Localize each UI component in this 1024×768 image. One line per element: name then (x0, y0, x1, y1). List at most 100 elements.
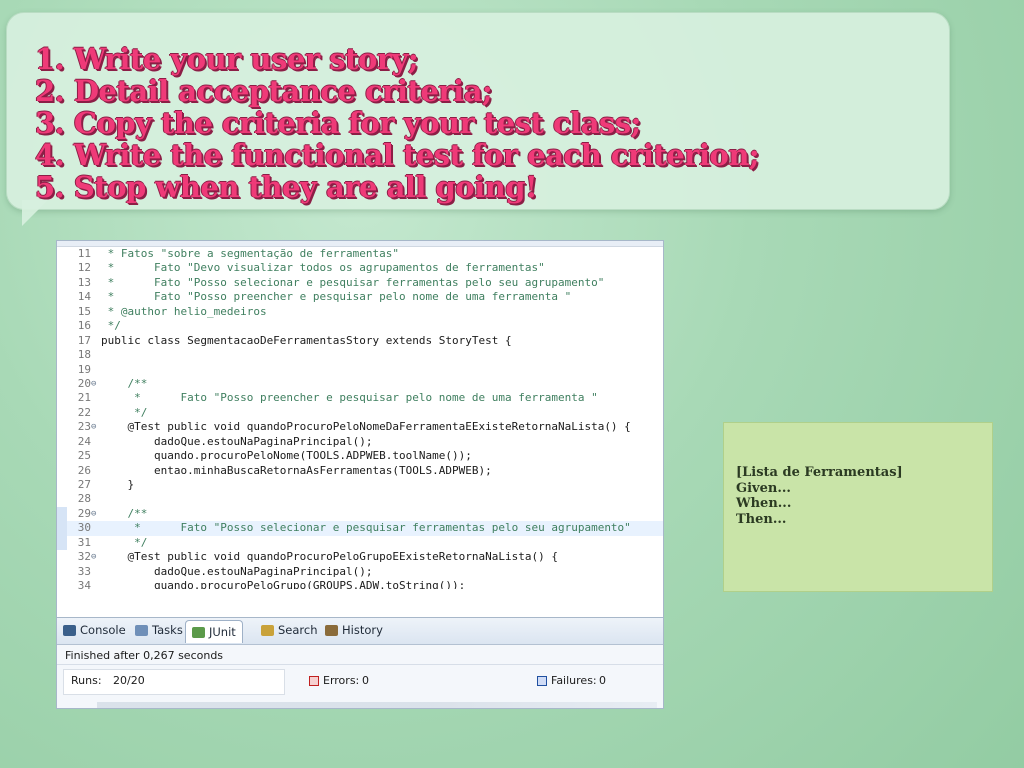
gutter-marker (57, 290, 67, 304)
gutter-marker (57, 521, 67, 536)
search-icon (261, 624, 274, 636)
line-number: 21 (77, 391, 91, 405)
code-line: 27 } (57, 478, 663, 492)
tab-junit[interactable]: JUnit (185, 620, 243, 643)
code-text: quando.procuroPeloNome(TOOLS.ADPWEB.tool… (101, 449, 472, 463)
tab-label: Search (278, 623, 318, 637)
gutter-marker (57, 363, 67, 377)
tab-console[interactable]: Console (63, 623, 126, 637)
gutter-marker (57, 334, 67, 348)
failures-label-wrap: Failures: (537, 674, 597, 687)
line-number: 30 (77, 521, 91, 535)
tab-tasks[interactable]: Tasks (135, 623, 183, 637)
fold-toggle-icon[interactable]: ⊖ (91, 507, 96, 521)
junit-panel: Console Tasks JUnit Search History Finis… (57, 617, 663, 708)
fold-toggle-icon[interactable]: ⊖ (91, 420, 96, 434)
junit-status: Finished after 0,267 seconds (65, 649, 224, 662)
line-number: 19 (77, 362, 91, 376)
code-line: 22 */ (57, 406, 663, 420)
tasks-icon (135, 624, 148, 636)
trace-row (97, 702, 657, 708)
line-number: 23 (77, 420, 91, 434)
line-number: 25 (77, 449, 91, 463)
code-text: */ (101, 535, 148, 549)
line-number: 24 (77, 434, 91, 448)
code-line: 23 ⊖ @Test public void quandoProcuroPeloN… (57, 420, 663, 434)
runs-value: 20/20 (113, 674, 145, 687)
gutter-marker (57, 276, 67, 290)
failures-label: Failures: (551, 674, 597, 687)
code-text: dadoQue.estouNaPaginaPrincipal(); (101, 434, 373, 448)
code-line: 25 quando.procuroPeloNome(TOOLS.ADPWEB.t… (57, 449, 663, 463)
line-number: 26 (77, 463, 91, 477)
code-line: 20 ⊖ /** (57, 377, 663, 391)
gutter-marker (57, 435, 67, 449)
gutter-marker (57, 377, 67, 391)
step-item: 5. Stop when they are all going! (35, 170, 538, 204)
gutter-marker (57, 406, 67, 420)
gutter-marker (57, 391, 67, 405)
line-number: 27 (77, 478, 91, 491)
code-text: * Fato "Posso preencher e pesquisar pelo… (101, 290, 572, 304)
line-number: 28 (77, 492, 91, 506)
errors-value: 0 (362, 674, 369, 687)
fold-toggle-icon[interactable]: ⊖ (91, 377, 96, 391)
code-text: quando.procuroPeloGrupo(GROUPS.ADW.toStr… (101, 579, 466, 589)
line-number: 31 (77, 535, 91, 549)
steps-list: 1. Write your user story; 2. Detail acce… (35, 43, 760, 204)
gutter-marker (57, 565, 67, 579)
step-item: 3. Copy the criteria for your test class… (35, 106, 641, 140)
speech-bubble: 1. Write your user story; 2. Detail acce… (6, 12, 950, 210)
speech-bubble-tail (22, 200, 48, 226)
code-line: 33 dadoQue.estouNaPaginaPrincipal(); (57, 565, 663, 579)
console-icon (63, 624, 76, 636)
code-line: 29 ⊖ /** (57, 506, 663, 522)
code-line: 19 (57, 363, 663, 377)
code-line: 26 entao.minhaBuscaRetornaAsFerramentas(… (57, 464, 663, 478)
code-line: 13 * Fato "Posso selecionar e pesquisar … (57, 276, 663, 290)
code-text: * Fato "Posso preencher e pesquisar pelo… (101, 391, 598, 405)
code-line: 32 ⊖ @Test public void quandoProcuroPeloG… (57, 550, 663, 564)
code-line: 31 */ (57, 535, 663, 551)
gutter-marker (57, 492, 67, 506)
code-line: 30 * Fato "Posso selecionar e pesquisar … (57, 521, 663, 536)
tab-label: History (342, 623, 383, 637)
ide-screenshot: 11 * Fatos "sobre a segmentação de ferra… (56, 240, 664, 709)
code-text: * Fatos "sobre a segmentação de ferramen… (101, 247, 400, 260)
line-number: 16 (77, 319, 91, 333)
step-item: 4. Write the functional test for each cr… (35, 138, 760, 172)
line-number: 22 (77, 405, 91, 419)
code-text: * Fato "Devo visualizar todos os agrupam… (101, 261, 545, 275)
tab-label: Console (80, 623, 126, 637)
code-text: * Fato "Posso selecionar e pesquisar fer… (101, 275, 605, 289)
code-line: 16 */ (57, 319, 663, 333)
panel-separator (57, 664, 663, 665)
gutter-marker (57, 348, 67, 362)
code-editor: 11 * Fatos "sobre a segmentação de ferra… (57, 241, 663, 589)
code-line: 14 * Fato "Posso preencher e pesquisar p… (57, 290, 663, 304)
note-line: When... (736, 496, 792, 511)
code-text: entao.minhaBuscaRetornaAsFerramentas(TOO… (101, 463, 492, 477)
line-number: 15 (77, 304, 91, 318)
note-line: Then... (736, 511, 787, 527)
line-number: 32 (77, 550, 91, 564)
code-text: @Test public void quandoProcuroPeloNomeD… (101, 420, 631, 434)
panel-tabs: Console Tasks JUnit Search History (57, 618, 663, 645)
fold-toggle-icon[interactable]: ⊖ (91, 550, 96, 564)
tab-label: JUnit (209, 625, 236, 639)
gutter-marker (57, 535, 67, 551)
tab-history[interactable]: History (325, 623, 383, 637)
tab-label: Tasks (152, 623, 183, 637)
tab-search[interactable]: Search (261, 623, 318, 637)
code-text: /** (101, 376, 148, 390)
line-number: 29 (77, 506, 91, 520)
gutter-marker (57, 506, 67, 522)
code-text: * Fato "Posso selecionar e pesquisar fer… (101, 521, 631, 535)
runs-label: Runs: (71, 674, 102, 687)
step-item: 2. Detail acceptance criteria; (35, 74, 493, 108)
line-number: 12 (77, 261, 91, 275)
code-text: */ (101, 405, 148, 419)
line-number: 14 (77, 290, 91, 304)
code-text: public class SegmentacaoDeFerramentasSto… (101, 333, 512, 347)
code-line: 34 quando.procuroPeloGrupo(GROUPS.ADW.to… (57, 579, 663, 589)
